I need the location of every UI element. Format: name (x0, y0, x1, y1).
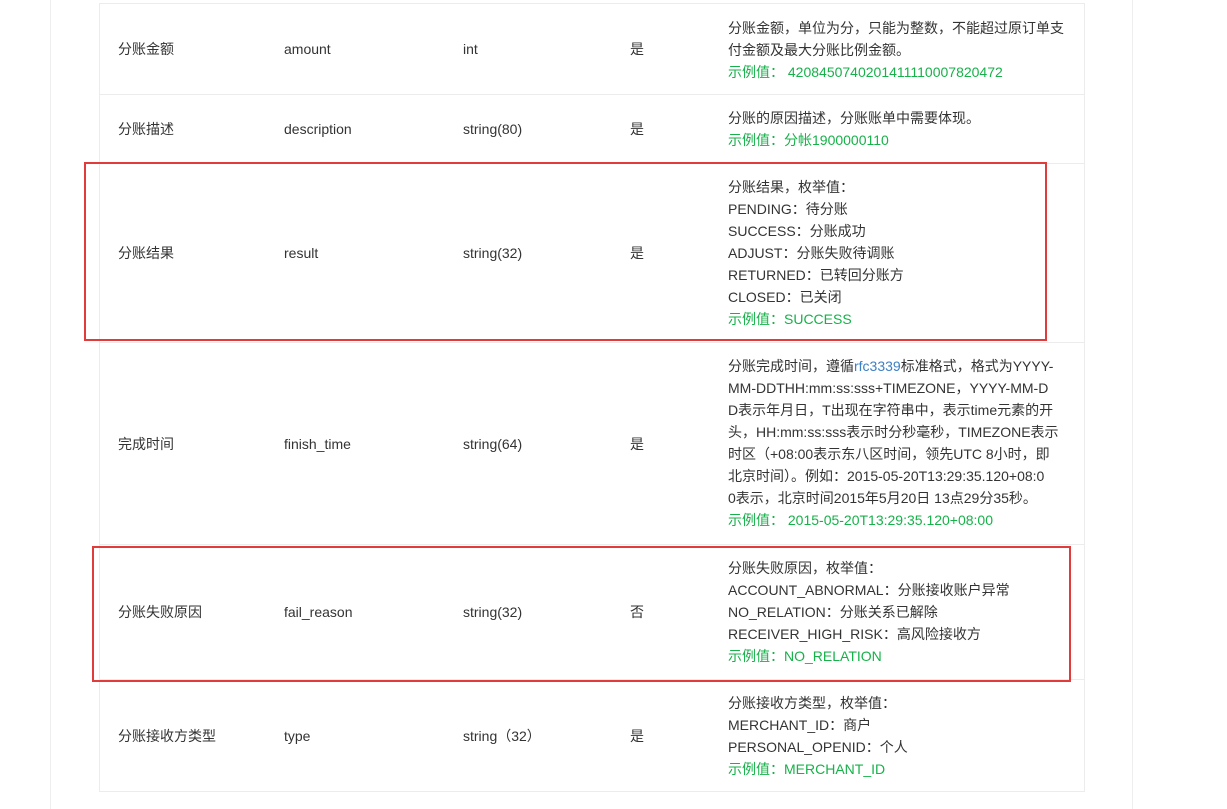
param-type: string(32) (463, 604, 523, 620)
param-name: 分账结果 (118, 245, 174, 261)
desc-line: PENDING：待分账 (728, 201, 848, 217)
param-required: 是 (630, 245, 644, 261)
desc-line: D表示年月日，T出现在字符串中，表示time元素的开 (728, 402, 1054, 418)
desc-line: PERSONAL_OPENID：个人 (728, 739, 908, 755)
table-row: 分账结果 result string(32) 是 分账结果，枚举值： PENDI… (100, 163, 1084, 342)
table-row: 分账失败原因 fail_reason string(32) 否 分账失败原因，枚… (100, 544, 1084, 679)
param-field: amount (284, 41, 331, 57)
rfc3339-link[interactable]: rfc3339 (854, 358, 901, 374)
desc-line: 分账结果，枚举值： (728, 179, 854, 195)
param-required: 是 (630, 41, 644, 57)
table-row: 完成时间 finish_time string(64) 是 分账完成时间，遵循r… (100, 342, 1084, 544)
param-description: 分账的原因描述，分账账单中需要体现。 示例值：分帐1900000110 (728, 107, 1068, 151)
desc-line: 时区（+08:00表示东八区时间，领先UTC 8小时，即 (728, 446, 1050, 462)
desc-line: MERCHANT_ID：商户 (728, 717, 872, 733)
desc-line: 分账完成时间，遵循rfc3339标准格式，格式为YYYY- (728, 355, 1068, 377)
desc-line: 分账失败原因，枚举值： (728, 560, 882, 576)
table-row: 分账描述 description string(80) 是 分账的原因描述，分账… (100, 94, 1084, 163)
param-required: 是 (630, 435, 644, 452)
param-field: type (284, 727, 311, 744)
desc-line: ADJUST：分账失败待调账 (728, 245, 895, 261)
params-table: 分账金额 amount int 是 分账金额，单位为分，只能为整数，不能超过原订… (99, 3, 1085, 792)
param-required: 是 (630, 121, 644, 137)
param-field: fail_reason (284, 604, 353, 620)
param-field: result (284, 245, 319, 261)
desc-line: NO_RELATION：分账关系已解除 (728, 604, 938, 620)
desc-line: 分账的原因描述，分账账单中需要体现。 (728, 110, 980, 126)
param-name: 分账描述 (118, 121, 174, 137)
param-field: description (284, 121, 352, 137)
desc-line: RECEIVER_HIGH_RISK：高风险接收方 (728, 626, 981, 642)
param-name: 分账失败原因 (118, 604, 202, 620)
param-type: string(64) (463, 435, 523, 452)
example-value: 示例值： 4208450740201411110007820472 (728, 64, 1003, 80)
param-type: string（32） (463, 727, 541, 744)
example-value: 示例值：SUCCESS (728, 311, 852, 327)
desc-line: 0表示，北京时间2015年5月20日 13点29分35秒。 (728, 490, 1037, 506)
example-value: 示例值：NO_RELATION (728, 648, 882, 664)
desc-line: 分账接收方类型，枚举值： (728, 695, 896, 711)
table-row: 分账接收方类型 type string（32） 是 分账接收方类型，枚举值： M… (100, 679, 1084, 792)
param-type: int (463, 41, 478, 57)
param-name: 分账接收方类型 (118, 727, 216, 744)
param-description: 分账金额，单位为分，只能为整数，不能超过原订单支 付金额及最大分账比例金额。 示… (728, 17, 1068, 83)
param-type: string(32) (463, 245, 523, 261)
param-type: string(80) (463, 121, 523, 137)
table-row: 分账金额 amount int 是 分账金额，单位为分，只能为整数，不能超过原订… (100, 3, 1084, 94)
example-value: 示例值：MERCHANT_ID (728, 761, 886, 777)
param-name: 完成时间 (118, 435, 174, 452)
desc-line: 北京时间）。例如：2015-05-20T13:29:35.120+08:0 (728, 468, 1045, 484)
desc-text: 标准格式，格式为YYYY- (900, 358, 1054, 374)
param-description: 分账结果，枚举值： PENDING：待分账 SUCCESS：分账成功 ADJUS… (728, 176, 1068, 330)
desc-line: CLOSED：已关闭 (728, 289, 842, 305)
desc-line: RETURNED：已转回分账方 (728, 267, 904, 283)
param-description: 分账完成时间，遵循rfc3339标准格式，格式为YYYY- MM-DDTHH:m… (728, 355, 1068, 531)
desc-text: 分账完成时间，遵循 (728, 358, 854, 374)
desc-line: 付金额及最大分账比例金额。 (728, 42, 910, 58)
example-value: 示例值： 2015-05-20T13:29:35.120+08:00 (728, 512, 994, 528)
param-description: 分账失败原因，枚举值： ACCOUNT_ABNORMAL：分账接收账户异常 NO… (728, 557, 1068, 667)
param-required: 否 (630, 604, 644, 620)
param-name: 分账金额 (118, 41, 174, 57)
desc-line: ACCOUNT_ABNORMAL：分账接收账户异常 (728, 582, 1010, 598)
desc-line: 头，HH:mm:ss:sss表示时分秒毫秒，TIMEZONE表示 (728, 424, 1059, 440)
param-required: 是 (630, 727, 644, 744)
example-value: 示例值：分帐1900000110 (728, 132, 889, 148)
param-description: 分账接收方类型，枚举值： MERCHANT_ID：商户 PERSONAL_OPE… (728, 692, 1068, 780)
param-field: finish_time (284, 435, 351, 452)
desc-line: SUCCESS：分账成功 (728, 223, 866, 239)
desc-line: 分账金额，单位为分，只能为整数，不能超过原订单支 (728, 20, 1064, 36)
desc-line: MM-DDTHH:mm:ss:sss+TIMEZONE，YYYY-MM-D (728, 380, 1049, 396)
